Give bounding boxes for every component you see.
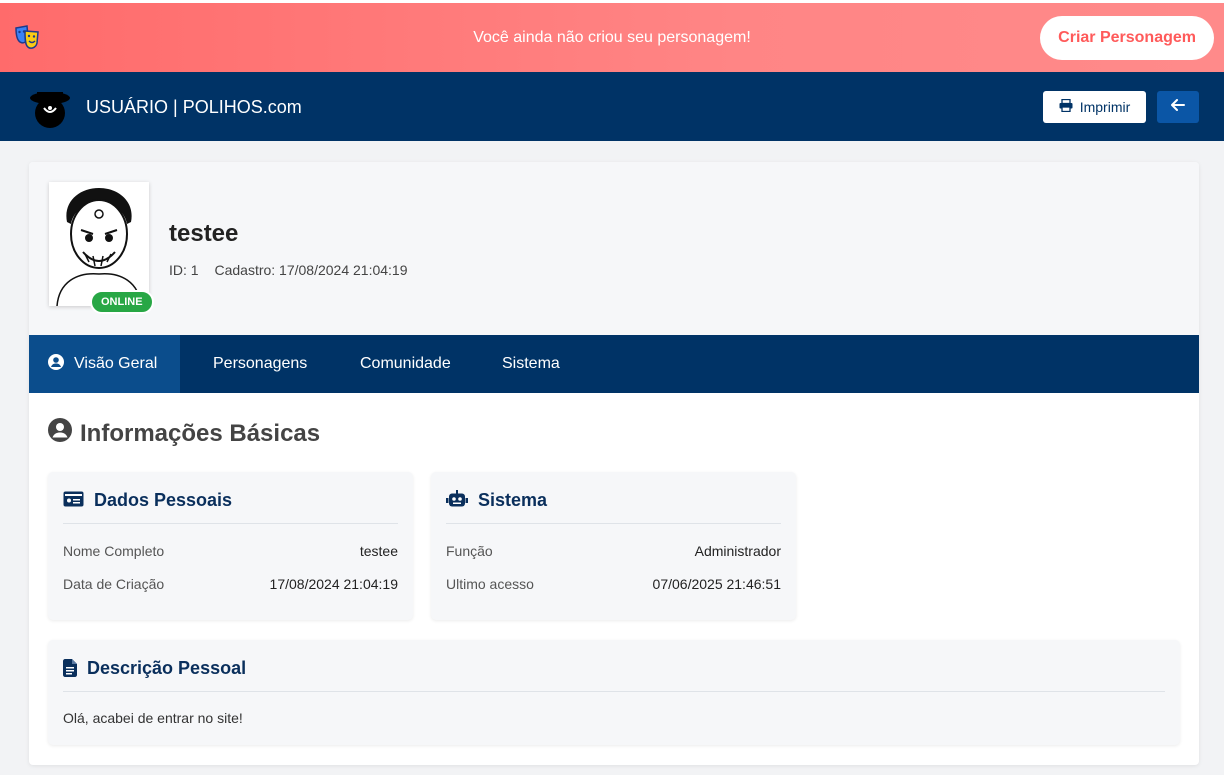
system-title: Sistema [478,490,548,510]
section-title: Informações Básicas [48,418,320,449]
description-title: Descrição Pessoal [87,658,247,678]
info-row-key: Data de Criação [63,576,165,592]
arrow-left-icon [1171,98,1185,116]
avatar [49,182,149,306]
section-title-text: Informações Básicas [80,419,321,447]
file-text-icon [63,659,77,682]
info-row: Data de Criação 17/08/2024 21:04:19 [63,576,398,592]
tab-characters[interactable]: Personagens [213,335,307,393]
tab-overview[interactable]: Visão Geral [29,335,180,393]
personal-description-card: Descrição Pessoal Olá, acabei de entrar … [48,640,1180,745]
info-row: Nome Completo testee [63,543,398,559]
system-card: Sistema Função Administrador Ultimo aces… [431,472,796,620]
description-header: Descrição Pessoal [63,658,1165,692]
top-navbar: USUÁRIO | POLIHOS.com Imprimir [0,72,1224,141]
personal-data-title: Dados Pessoais [94,490,233,510]
profile-meta: ID: 1 Cadastro: 17/08/2024 21:04:19 [169,262,408,278]
user-circle-icon [48,418,72,449]
tab-system[interactable]: Sistema [502,335,560,393]
personal-data-card: Dados Pessoais Nome Completo testee Data… [48,472,413,620]
info-row-value: 17/08/2024 21:04:19 [269,576,398,592]
info-row-value: Administrador [694,543,781,559]
back-button[interactable] [1157,91,1199,123]
description-text: Olá, acabei de entrar no site! [63,710,243,726]
profile-username: testee [169,220,239,247]
tab-overview-label: Visão Geral [74,355,158,372]
print-button-label: Imprimir [1079,99,1131,115]
profile-id: ID: 1 [169,262,199,278]
profile-created-date: Cadastro: 17/08/2024 21:04:19 [214,262,408,278]
info-row-key: Nome Completo [63,543,165,559]
police-avatar-logo [28,86,72,128]
personal-data-header: Dados Pessoais [63,490,398,524]
profile-header: ONLINE testee ID: 1 Cadastro: 17/08/2024… [29,162,1199,335]
page-title: USUÁRIO | POLIHOS.com [86,97,302,117]
printer-icon [1059,98,1073,115]
create-character-button[interactable]: Criar Personagem [1040,16,1214,60]
profile-tabs: Visão Geral Personagens Comunidade Siste… [29,335,1199,393]
tab-community[interactable]: Comunidade [360,335,451,393]
info-row-value: 07/06/2025 21:46:51 [652,576,781,592]
id-card-icon [63,491,84,512]
online-status-badge: ONLINE [90,290,154,314]
user-circle-icon [48,353,64,375]
info-row: Ultimo acesso 07/06/2025 21:46:51 [446,576,781,592]
print-button[interactable]: Imprimir [1043,91,1146,123]
profile-card: ONLINE testee ID: 1 Cadastro: 17/08/2024… [29,162,1199,765]
no-character-alert: Você ainda não criou seu personagem! Cri… [0,0,1224,72]
system-header: Sistema [446,490,781,524]
info-row-key: Ultimo acesso [446,576,534,592]
info-row: Função Administrador [446,543,781,559]
info-row-value: testee [359,543,398,559]
robot-icon [446,490,468,513]
info-row-key: Função [446,543,493,559]
